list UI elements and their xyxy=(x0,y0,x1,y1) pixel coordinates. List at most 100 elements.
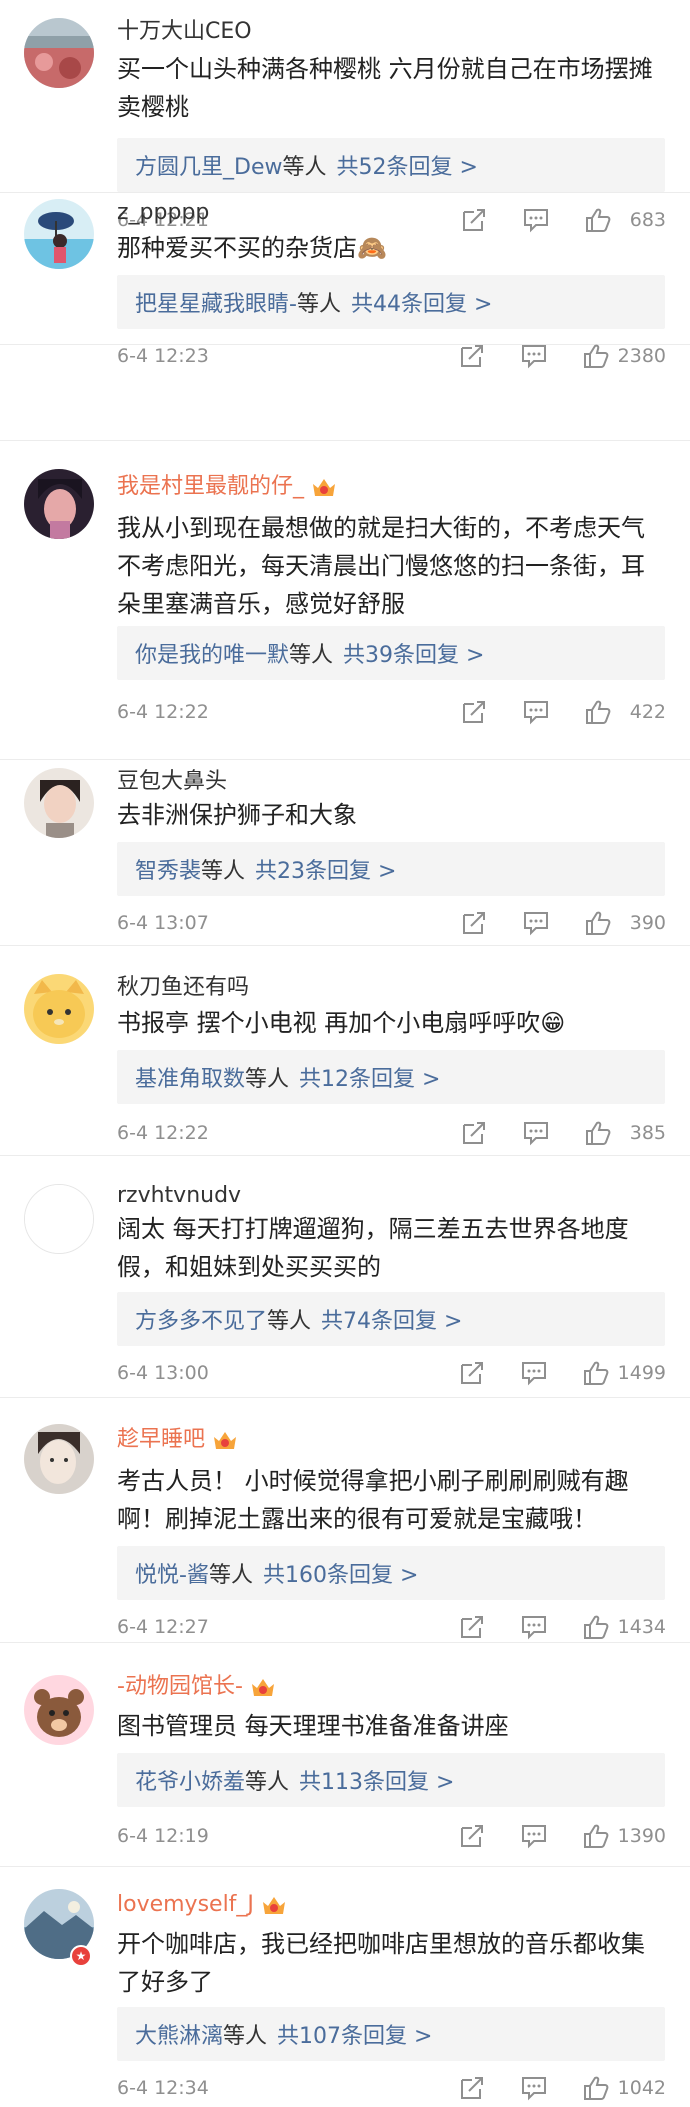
reply-count[interactable]: 共23条回复 > xyxy=(255,853,396,885)
avatar[interactable] xyxy=(24,1675,94,1745)
reply-count[interactable]: 共113条回复 > xyxy=(299,1764,454,1796)
username[interactable]: rzvhtvnudv xyxy=(117,1181,241,1211)
avatar[interactable] xyxy=(24,18,94,88)
replies-preview[interactable]: 方多多不见了 等人 共74条回复 > xyxy=(117,1292,665,1346)
reply-etc: 等人 xyxy=(208,1563,253,1588)
vip-crown-icon xyxy=(249,1674,277,1700)
comment-meta: 6-4 12:23 2380 xyxy=(117,341,666,371)
timestamp: 6-4 12:27 xyxy=(117,1616,209,1638)
share-icon[interactable] xyxy=(458,1822,486,1850)
reply-etc: 等人 xyxy=(245,1067,290,1092)
reply-user[interactable]: 花爷小娇羞 xyxy=(135,1764,245,1796)
reply-count[interactable]: 共52条回复 > xyxy=(337,149,478,181)
replies-preview[interactable]: 方圆几里_Dew 等人 共52条回复 > xyxy=(117,138,665,192)
vip-crown-icon xyxy=(211,1427,239,1453)
reply-etc: 等人 xyxy=(201,859,246,884)
username[interactable]: 秋刀鱼还有吗 xyxy=(117,973,249,1003)
username[interactable]: -动物园馆长- xyxy=(117,1672,243,1702)
share-icon[interactable] xyxy=(460,698,488,726)
comment-icon[interactable] xyxy=(520,1359,548,1387)
reply-user[interactable]: 大熊淋漓 xyxy=(135,2018,223,2050)
avatar[interactable] xyxy=(24,768,94,838)
username[interactable]: z_ppppp xyxy=(117,198,209,228)
timestamp: 6-4 13:07 xyxy=(117,912,209,934)
replies-preview[interactable]: 大熊淋漓 等人 共107条回复 > xyxy=(117,2007,665,2061)
comment-icon[interactable] xyxy=(520,1822,548,1850)
reply-count[interactable]: 共160条回复 > xyxy=(263,1557,418,1589)
thumbs-up-icon[interactable] xyxy=(584,698,612,726)
comment-item: 趁早睡吧 考古人员！ 小时候觉得拿把小刷子刷刷刷贼有趣啊！刷掉泥土露出来的很有可… xyxy=(0,1398,690,1643)
avatar[interactable] xyxy=(24,199,94,269)
timestamp: 6-4 12:34 xyxy=(117,2077,209,2099)
comment-icon[interactable] xyxy=(520,342,548,370)
reply-user[interactable]: 悦悦-酱 xyxy=(135,1557,209,1589)
thumbs-up-icon[interactable] xyxy=(584,1119,612,1147)
comment-text: 图书管理员 每天理理书准备准备讲座 xyxy=(117,1712,509,1740)
reply-user[interactable]: 方圆几里_Dew xyxy=(135,149,282,181)
thumbs-up-icon[interactable] xyxy=(582,1359,610,1387)
reply-count[interactable]: 共44条回复 > xyxy=(351,286,492,318)
username[interactable]: 我是村里最靓的仔_ xyxy=(117,472,304,502)
like-count: 385 xyxy=(629,1122,666,1144)
replies-preview[interactable]: 把星星藏我眼睛- 等人 共44条回复 > xyxy=(117,275,665,329)
avatar[interactable] xyxy=(24,1424,94,1494)
comment-icon[interactable] xyxy=(522,909,550,937)
thumbs-up-icon[interactable] xyxy=(582,342,610,370)
reply-count[interactable]: 共12条回复 > xyxy=(299,1061,440,1093)
timestamp: 6-4 13:00 xyxy=(117,1362,209,1384)
replies-preview[interactable]: 基准角取数 等人 共12条回复 > xyxy=(117,1050,665,1104)
avatar[interactable] xyxy=(24,1184,94,1254)
thumbs-up-icon[interactable] xyxy=(582,1822,610,1850)
timestamp: 6-4 12:22 xyxy=(117,1122,209,1144)
thumbs-up-icon[interactable] xyxy=(582,2074,610,2102)
username[interactable]: lovemyself_J xyxy=(117,1890,254,1920)
thumbs-up-icon[interactable] xyxy=(582,1613,610,1641)
replies-preview[interactable]: 你是我的唯一默 等人 共39条回复 > xyxy=(117,626,665,680)
vip-crown-icon xyxy=(310,474,338,500)
reply-user[interactable]: 基准角取数 xyxy=(135,1061,245,1093)
avatar[interactable] xyxy=(24,469,94,539)
comment-icon[interactable] xyxy=(522,1119,550,1147)
reply-etc: 等人 xyxy=(282,155,327,180)
thumbs-up-icon[interactable] xyxy=(584,909,612,937)
username[interactable]: 豆包大鼻头 xyxy=(117,767,227,797)
comment-icon[interactable] xyxy=(520,1613,548,1641)
timestamp: 6-4 12:19 xyxy=(117,1825,209,1847)
reply-user[interactable]: 你是我的唯一默 xyxy=(135,637,289,669)
share-icon[interactable] xyxy=(458,1359,486,1387)
comment-meta: 6-4 12:22 385 xyxy=(117,1118,666,1148)
comment-text: 考古人员！ 小时候觉得拿把小刷子刷刷刷贼有趣啊！刷掉泥土露出来的很有可爱就是宝藏… xyxy=(117,1467,629,1533)
comment-text: 去非洲保护狮子和大象 xyxy=(117,801,357,829)
like-count: 1390 xyxy=(617,1825,666,1847)
replies-preview[interactable]: 悦悦-酱 等人 共160条回复 > xyxy=(117,1546,665,1600)
share-icon[interactable] xyxy=(458,2074,486,2102)
comment-text: 开个咖啡店，我已经把咖啡店里想放的音乐都收集了好多了 xyxy=(117,1930,645,1996)
comment-item: z_ppppp 那种爱买不买的杂货店🙈 把星星藏我眼睛- 等人 共44条回复 > 6… xyxy=(0,193,690,369)
reply-etc: 等人 xyxy=(223,2024,268,2049)
reply-user[interactable]: 方多多不见了 xyxy=(135,1303,267,1335)
reply-count[interactable]: 共107条回复 > xyxy=(277,2018,432,2050)
share-icon[interactable] xyxy=(460,1119,488,1147)
comment-icon[interactable] xyxy=(522,698,550,726)
replies-preview[interactable]: 智秀裴 等人 共23条回复 > xyxy=(117,842,665,896)
comment-meta: 6-4 12:19 1390 xyxy=(117,1821,666,1851)
reply-etc: 等人 xyxy=(296,292,341,317)
reply-count[interactable]: 共74条回复 > xyxy=(321,1303,462,1335)
comment-text: 买一个山头种满各种樱桃 六月份就自己在市场摆摊卖樱桃 xyxy=(117,55,653,121)
comment-meta: 6-4 12:22 422 xyxy=(117,697,666,727)
like-count: 2380 xyxy=(617,345,666,367)
avatar[interactable] xyxy=(24,974,94,1044)
reply-etc: 等人 xyxy=(245,1770,290,1795)
reply-user[interactable]: 把星星藏我眼睛- xyxy=(135,286,297,318)
reply-user[interactable]: 智秀裴 xyxy=(135,853,201,885)
timestamp: 6-4 12:22 xyxy=(117,701,209,723)
replies-preview[interactable]: 花爷小娇羞 等人 共113条回复 > xyxy=(117,1753,665,1807)
reply-count[interactable]: 共39条回复 > xyxy=(343,637,484,669)
share-icon[interactable] xyxy=(458,1613,486,1641)
username[interactable]: 趁早睡吧 xyxy=(117,1425,205,1455)
username[interactable]: 十万大山CEO xyxy=(117,17,252,47)
share-icon[interactable] xyxy=(458,342,486,370)
comment-icon[interactable] xyxy=(520,2074,548,2102)
share-icon[interactable] xyxy=(460,909,488,937)
like-count: 422 xyxy=(629,701,666,723)
